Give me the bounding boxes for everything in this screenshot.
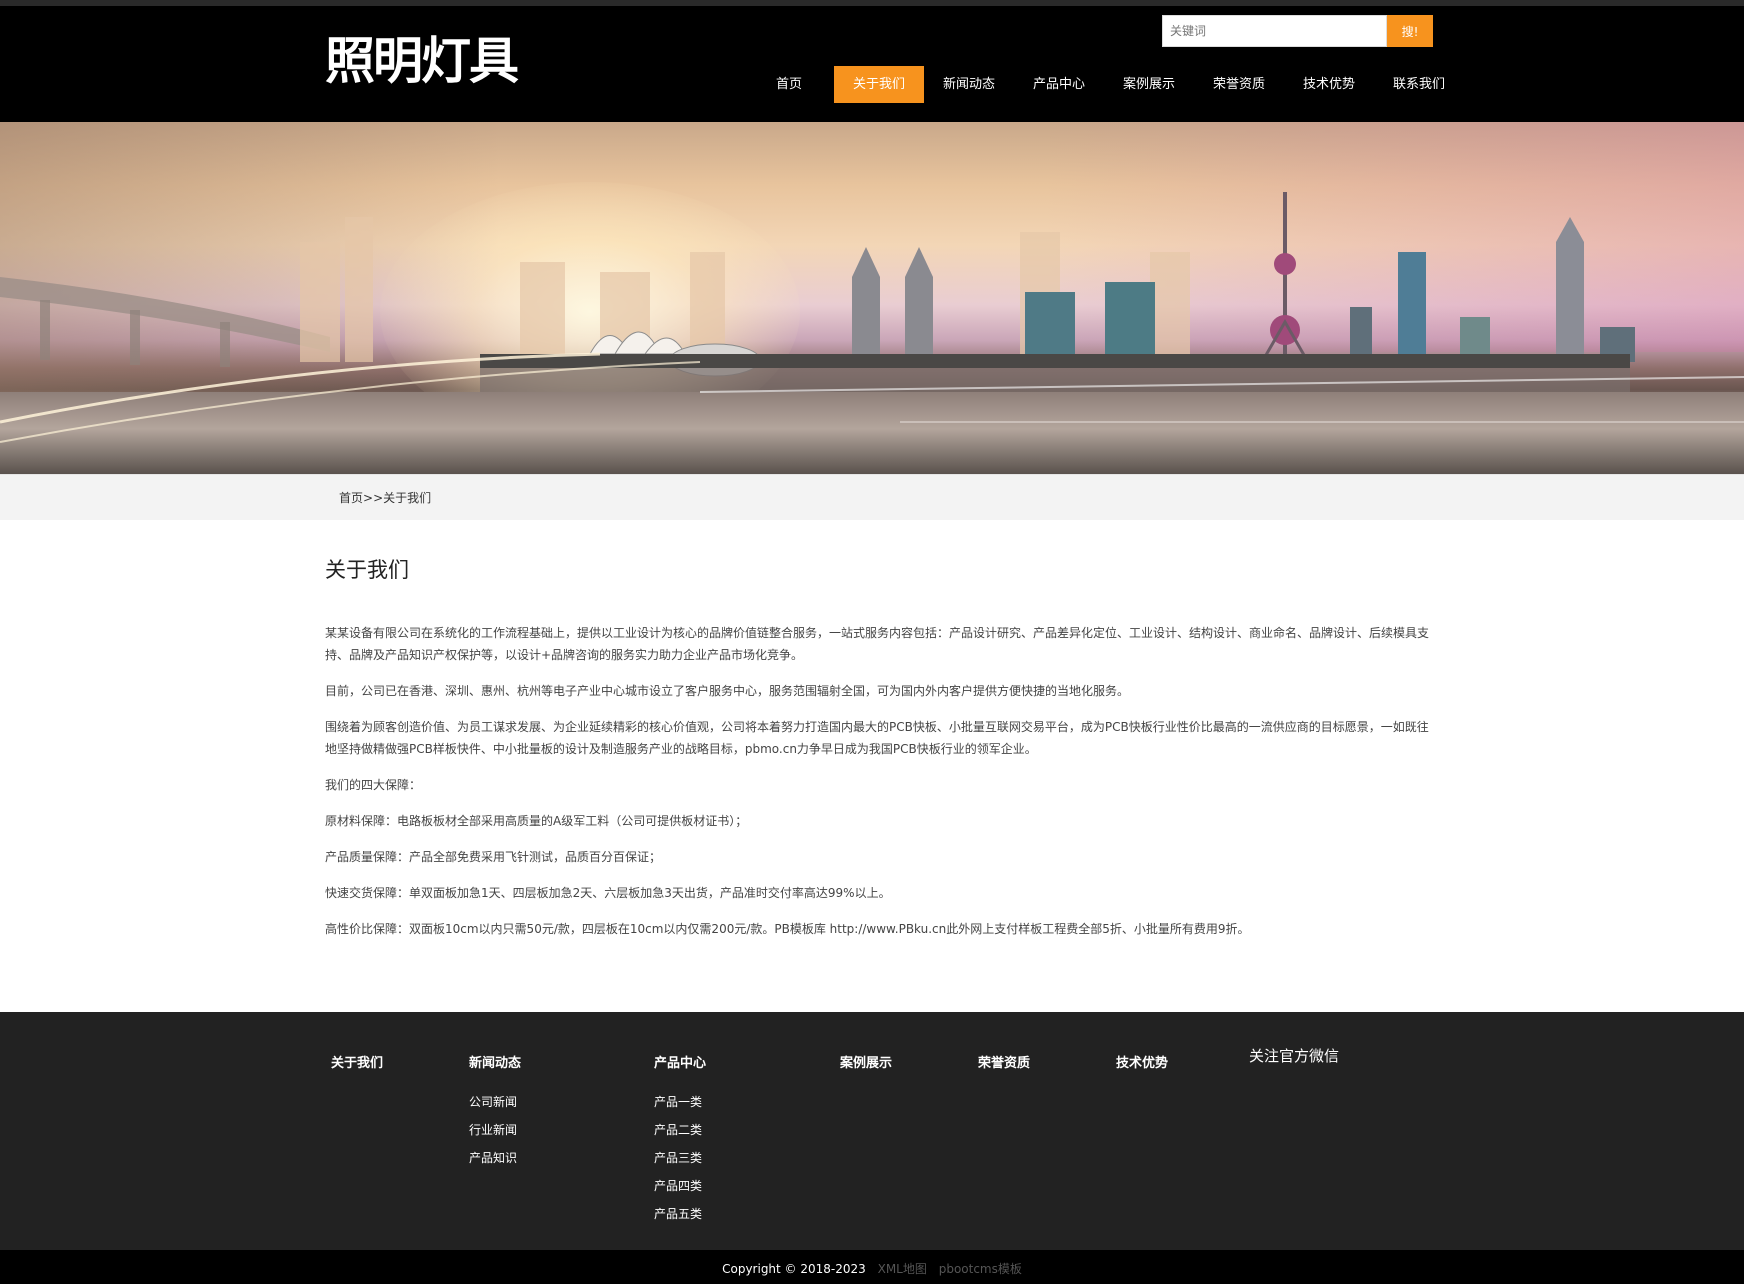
main-nav: 首页 关于我们 新闻动态 产品中心 案例展示 荣誉资质 技术优势 联系我们 <box>744 66 1464 103</box>
footer-col-products: 产品中心 产品一类 产品二类 产品三类 产品四类 产品五类 <box>654 1050 706 1228</box>
about-content: 关于我们 某某设备有限公司在系统化的工作流程基础上，提供以工业设计为核心的品牌价… <box>0 520 1429 1012</box>
wechat-follow-title: 关注官方微信 <box>1249 1047 1340 1065</box>
footer-link[interactable]: 产品一类 <box>654 1088 706 1116</box>
breadcrumb-separator: >> <box>363 491 384 505</box>
nav-item-about[interactable]: 关于我们 <box>834 66 924 103</box>
footer-col-news: 新闻动态 公司新闻 行业新闻 产品知识 <box>469 1050 521 1172</box>
footer-heading-news[interactable]: 新闻动态 <box>469 1050 521 1078</box>
guarantee-quality: 产品质量保障：产品全部免费采用飞针测试，品质百分百保证； <box>325 850 662 864</box>
footer-heading-cases[interactable]: 案例展示 <box>840 1050 892 1078</box>
vision-paragraph: 围绕着为顾客创造价值、为员工谋求发展、为企业延续精彩的核心价值观，公司将本着努力… <box>325 720 1429 756</box>
footer-heading-honors[interactable]: 荣誉资质 <box>978 1050 1030 1078</box>
breadcrumb-home[interactable]: 首页 <box>339 491 363 505</box>
footer-link[interactable]: 产品二类 <box>654 1116 706 1144</box>
breadcrumb: 首页>>关于我们 <box>0 474 1744 520</box>
search-button[interactable]: 搜! <box>1387 15 1433 47</box>
guarantee-materials: 原材料保障：电路板板材全部采用高质量的A级军工料（公司可提供板材证书）； <box>325 814 748 828</box>
hero-banner <box>0 122 1744 474</box>
site-footer: 关于我们 新闻动态 公司新闻 行业新闻 产品知识 产品中心 产品一类 产品二类 … <box>0 1012 1744 1250</box>
footer-link[interactable]: 产品四类 <box>654 1172 706 1200</box>
city-skyline-illustration <box>0 192 1744 443</box>
guarantees-heading: 我们的四大保障： <box>325 778 422 792</box>
footer-link[interactable]: 产品知识 <box>469 1144 521 1172</box>
footer-col-honors: 荣誉资质 <box>978 1050 1030 1088</box>
search-input[interactable] <box>1162 15 1387 47</box>
footer-col-about: 关于我们 <box>331 1050 383 1088</box>
footer-link[interactable]: 公司新闻 <box>469 1088 521 1116</box>
footer-heading-about[interactable]: 关于我们 <box>331 1050 383 1078</box>
nav-item-products[interactable]: 产品中心 <box>1014 66 1104 103</box>
breadcrumb-current[interactable]: 关于我们 <box>383 491 431 505</box>
footer-link[interactable]: 产品五类 <box>654 1200 706 1228</box>
copyright-bar: Copyright © 2018-2023 XML地图 pbootcms模板 <box>0 1250 1744 1284</box>
sitemap-link[interactable]: XML地图 <box>878 1262 927 1276</box>
copyright-text: Copyright © 2018-2023 <box>722 1262 866 1276</box>
site-header: 照明灯具 搜! 首页 关于我们 新闻动态 产品中心 案例展示 荣誉资质 技术优势… <box>0 6 1744 122</box>
nav-item-news[interactable]: 新闻动态 <box>924 66 1014 103</box>
nav-item-tech[interactable]: 技术优势 <box>1284 66 1374 103</box>
footer-heading-products[interactable]: 产品中心 <box>654 1050 706 1078</box>
intro-paragraph: 某某设备有限公司在系统化的工作流程基础上，提供以工业设计为核心的品牌价值链整合服… <box>325 626 1430 662</box>
guarantee-value: 高性价比保障：双面板10cm以内只需50元/款，四层板在10cm以内仅需200元… <box>325 922 1250 936</box>
footer-col-tech: 技术优势 <box>1116 1050 1168 1088</box>
template-link[interactable]: pbootcms模板 <box>939 1262 1022 1276</box>
site-logo[interactable]: 照明灯具 <box>325 30 519 92</box>
service-paragraph: 目前，公司已在香港、深圳、惠州、杭州等电子产业中心城市设立了客户服务中心，服务范… <box>325 684 1130 698</box>
guarantee-delivery: 快速交货保障：单双面板加急1天、四层板加急2天、六层板加急3天出货，产品准时交付… <box>325 886 891 900</box>
nav-item-cases[interactable]: 案例展示 <box>1104 66 1194 103</box>
footer-col-cases: 案例展示 <box>840 1050 892 1088</box>
nav-item-home[interactable]: 首页 <box>744 66 834 103</box>
footer-link[interactable]: 行业新闻 <box>469 1116 521 1144</box>
nav-item-contact[interactable]: 联系我们 <box>1374 66 1464 103</box>
search-form: 搜! <box>1162 15 1433 47</box>
page-title: 关于我们 <box>325 558 409 582</box>
footer-heading-tech[interactable]: 技术优势 <box>1116 1050 1168 1078</box>
nav-item-honors[interactable]: 荣誉资质 <box>1194 66 1284 103</box>
footer-link[interactable]: 产品三类 <box>654 1144 706 1172</box>
